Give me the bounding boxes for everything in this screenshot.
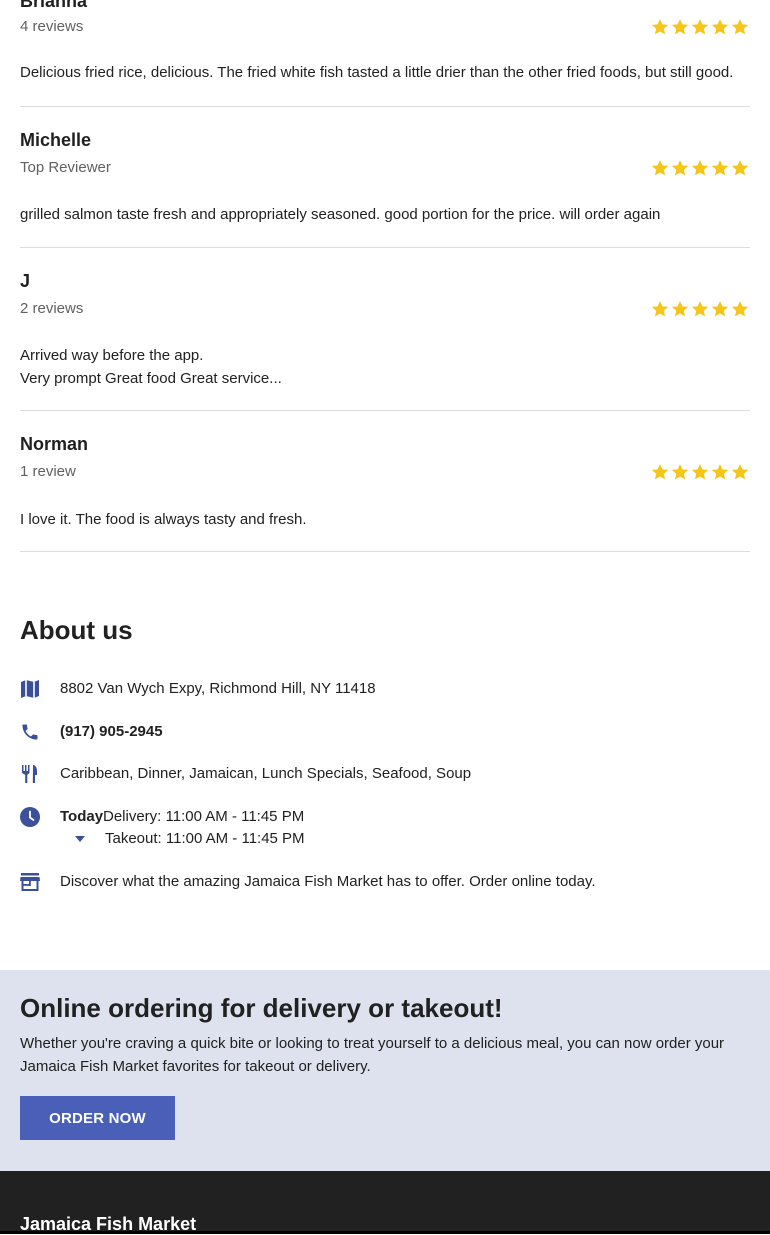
cuisine-row: Caribbean, Dinner, Jamaican, Lunch Speci… [20, 764, 750, 788]
map-icon [21, 680, 39, 698]
reviewer-name: J [20, 271, 31, 291]
order-now-button[interactable]: ORDER NOW [20, 1096, 175, 1140]
review-card: Brianna 4 reviews Delicious fried rice, … [20, 0, 750, 107]
star-icon [711, 160, 729, 176]
star-rating [650, 17, 750, 37]
utensils-icon [22, 765, 37, 783]
phone-row: (917) 905-2945 [20, 722, 750, 746]
online-ordering-banner: Online ordering for delivery or takeout!… [0, 970, 770, 1171]
star-icon [651, 301, 669, 317]
about-title: About us [20, 615, 133, 645]
reviewer-name: Michelle [20, 130, 92, 150]
address-text[interactable]: 8802 Van Wych Expy, Richmond Hill, NY 11… [60, 679, 376, 699]
star-icon [651, 464, 669, 480]
reviewer-subtitle: 1 review [20, 463, 76, 480]
star-icon [711, 19, 729, 35]
description-text: Discover what the amazing Jamaica Fish M… [60, 873, 596, 890]
clock-icon [20, 807, 40, 827]
reviewer-subtitle: 2 reviews [20, 300, 84, 317]
star-icon [731, 301, 749, 317]
address-row: 8802 Van Wych Expy, Richmond Hill, NY 11… [20, 679, 750, 703]
star-icon [671, 464, 689, 480]
star-icon [651, 19, 669, 35]
promo-title: Online ordering for delivery or takeout! [20, 993, 503, 1023]
star-rating [650, 299, 750, 319]
reviewer-subtitle: 4 reviews [20, 18, 84, 35]
review-text: I love it. The food is always tasty and … [20, 511, 307, 528]
star-icon [671, 301, 689, 317]
reviewer-name: Brianna [20, 0, 88, 11]
description-row: Discover what the amazing Jamaica Fish M… [20, 872, 750, 896]
takeout-hours: Takeout: 11:00 AM - 11:45 PM [105, 830, 305, 847]
star-icon [711, 301, 729, 317]
phone-icon [22, 724, 38, 740]
delivery-hours: Delivery: 11:00 AM - 11:45 PM [103, 808, 305, 825]
reviewer-name: Norman [20, 434, 89, 454]
star-icon [651, 160, 669, 176]
star-icon [691, 464, 709, 480]
cuisine-text: Caribbean, Dinner, Jamaican, Lunch Speci… [60, 765, 472, 782]
star-icon [691, 301, 709, 317]
star-icon [671, 19, 689, 35]
star-rating [650, 462, 750, 482]
review-card: Michelle Top Reviewer grilled salmon tas… [20, 107, 750, 248]
star-icon [691, 19, 709, 35]
footer: Jamaica Fish Market [0, 1171, 770, 1234]
phone-link[interactable]: (917) 905-2945 [60, 722, 163, 742]
star-rating [650, 158, 750, 178]
chevron-down-icon[interactable] [75, 836, 85, 842]
star-icon [731, 464, 749, 480]
star-icon [671, 160, 689, 176]
star-icon [711, 464, 729, 480]
promo-text: Whether you're craving a quick bite or l… [20, 1035, 725, 1075]
star-icon [691, 160, 709, 176]
review-text: Delicious fried rice, delicious. The fri… [20, 64, 734, 81]
storefront-icon [20, 873, 40, 891]
review-card: Norman 1 review I love it. The food is a… [20, 411, 750, 552]
review-text: Arrived way before the app. Very prompt … [20, 347, 282, 387]
star-icon [731, 19, 749, 35]
reviewer-subtitle: Top Reviewer [20, 159, 111, 176]
hours-today-label[interactable]: Today [60, 807, 103, 827]
review-card: J 2 reviews Arrived way before the app. … [20, 248, 750, 411]
star-icon [731, 160, 749, 176]
review-text: grilled salmon taste fresh and appropria… [20, 206, 661, 223]
